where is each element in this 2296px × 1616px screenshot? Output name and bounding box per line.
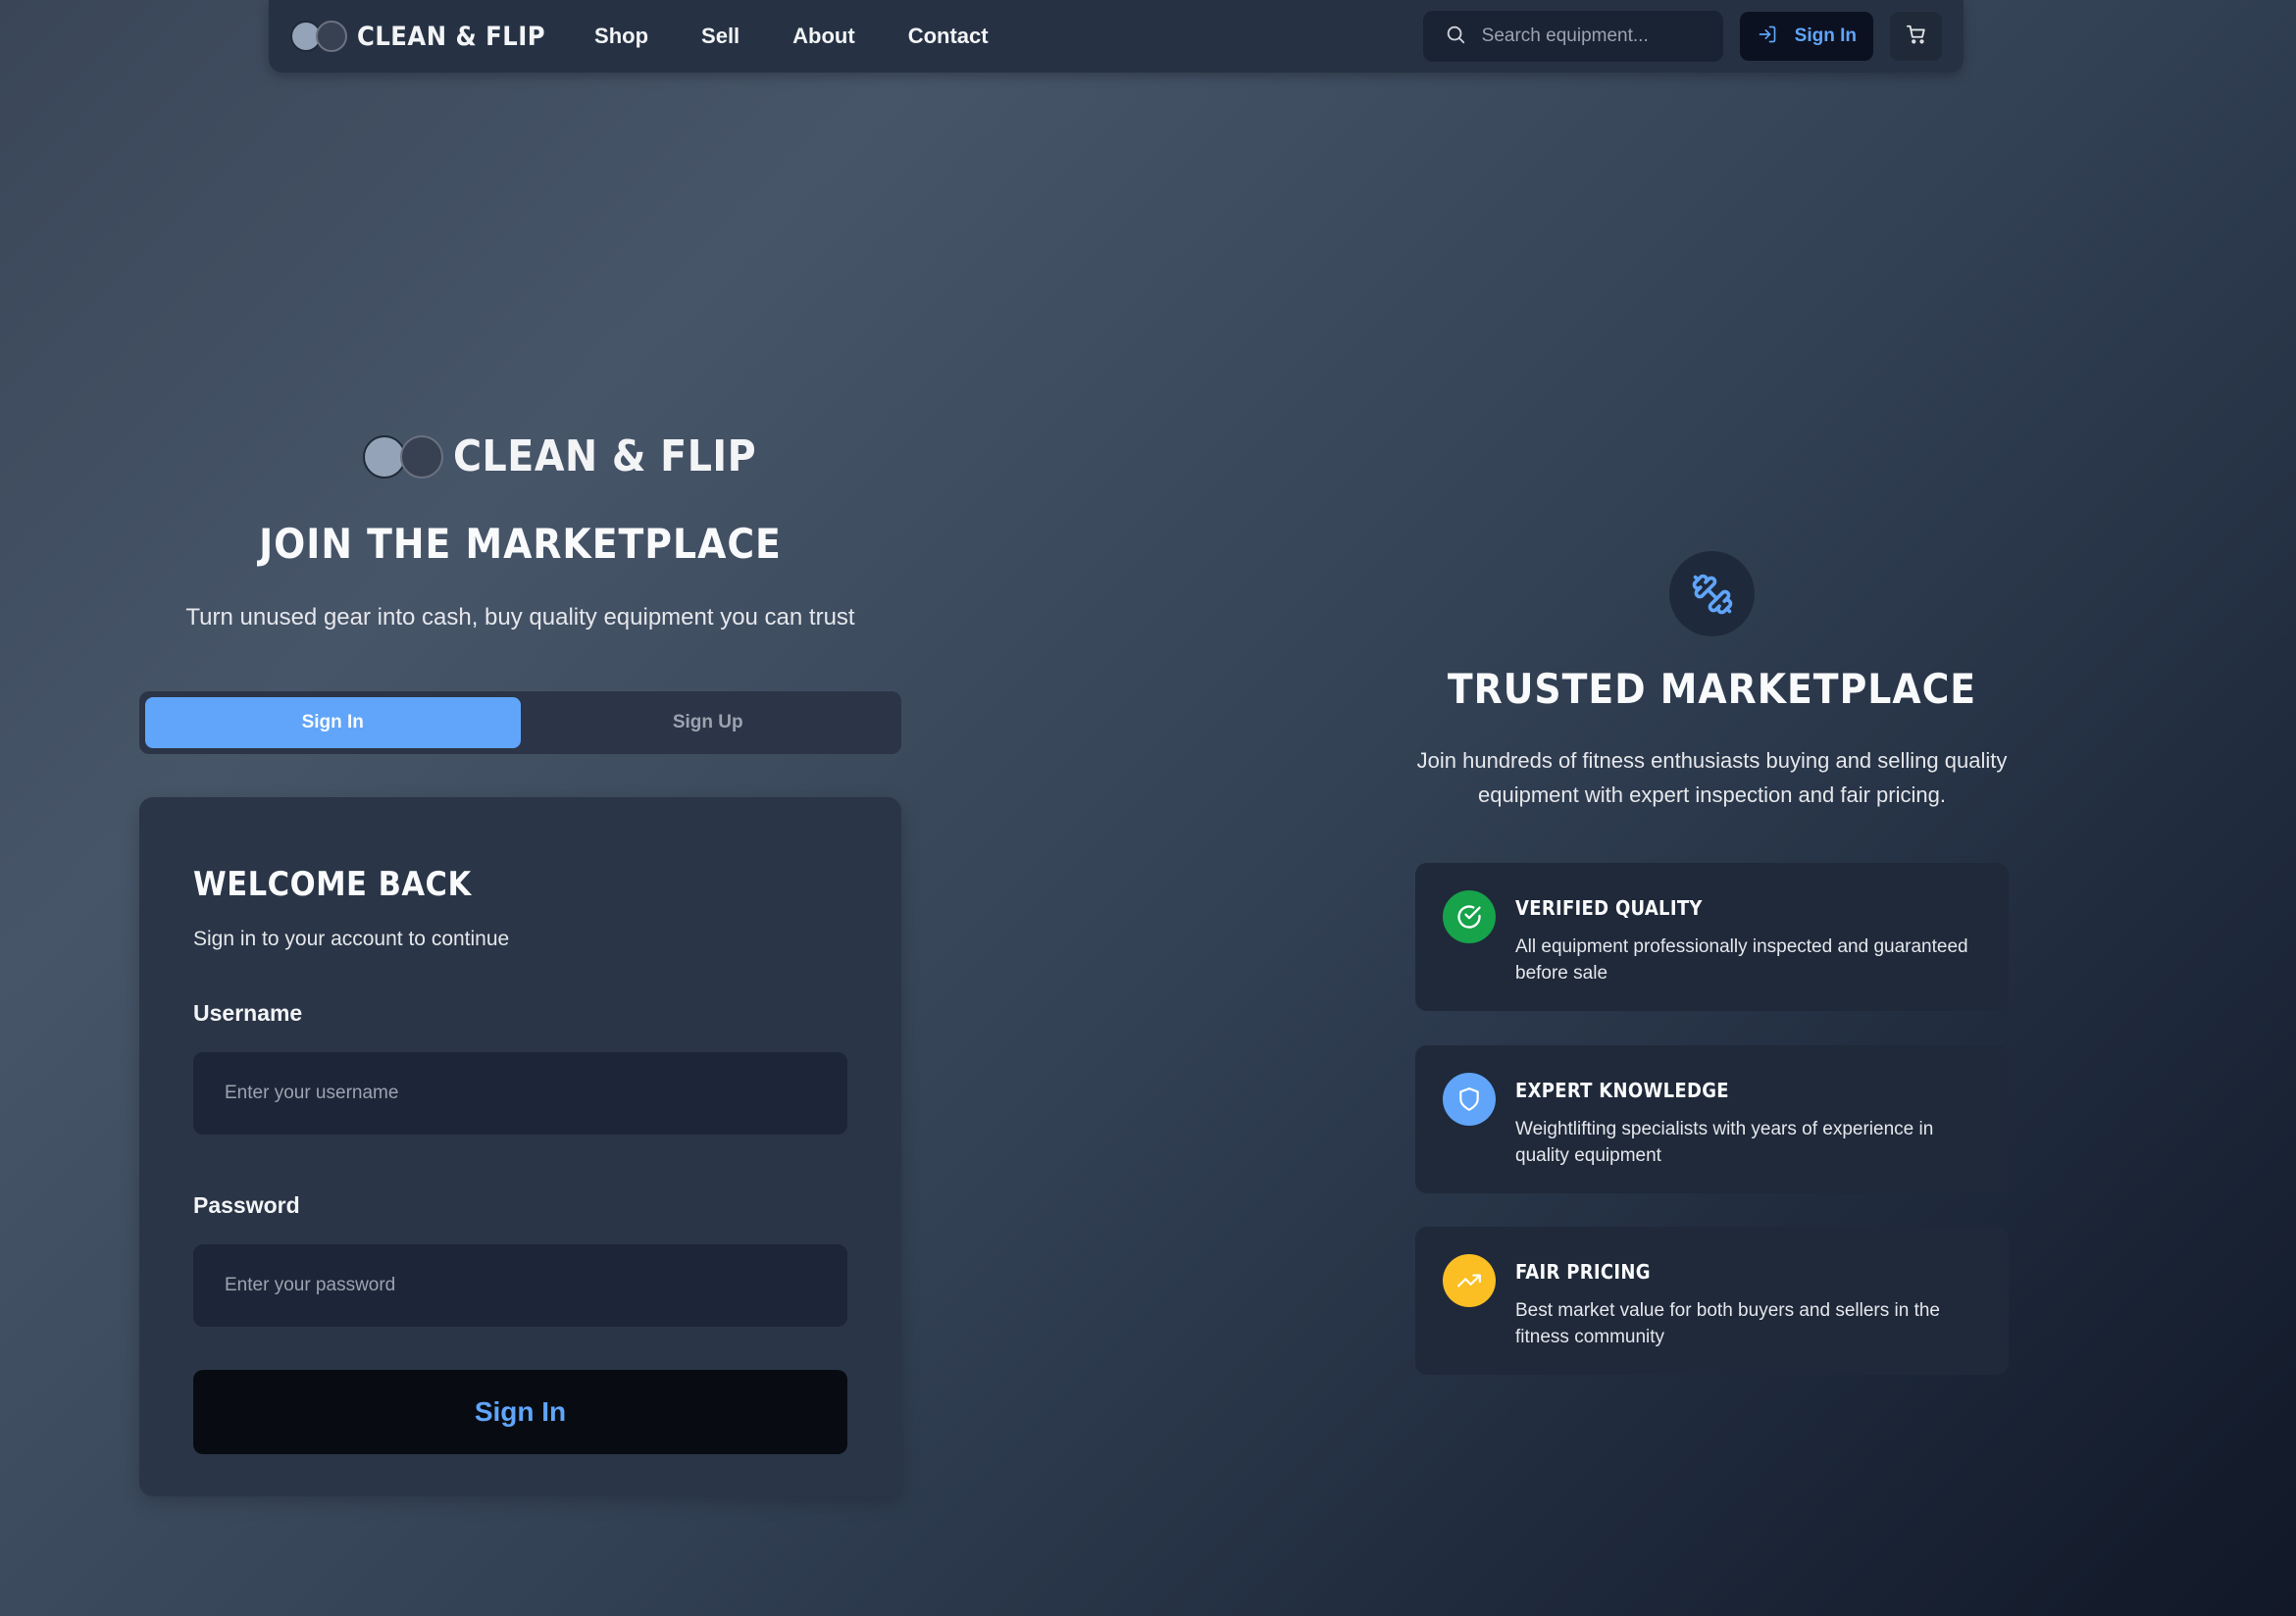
search-icon xyxy=(1445,24,1466,50)
feature-description: Best market value for both buyers and se… xyxy=(1515,1297,1940,1350)
feature-card-verified: VERIFIED QUALITY All equipment professio… xyxy=(1415,863,2009,1011)
feature-title: FAIR PRICING xyxy=(1515,1260,1651,1284)
feature-description-line: All equipment professionally inspected a… xyxy=(1515,936,1968,957)
top-navbar: CLEAN & FLIP Shop Sell About Contact Sig… xyxy=(269,0,1964,73)
search-box[interactable] xyxy=(1422,11,1723,62)
nav-link-contact[interactable]: Contact xyxy=(908,24,989,49)
feature-description-line: Best market value for both buyers and se… xyxy=(1515,1300,1941,1321)
shield-icon xyxy=(1443,1073,1496,1126)
feature-description: All equipment professionally inspected a… xyxy=(1515,934,1968,986)
username-field[interactable] xyxy=(193,1052,847,1135)
signin-submit-button[interactable]: Sign In xyxy=(193,1370,847,1454)
hero-brand-logo: CLEAN & FLIP xyxy=(363,431,756,481)
hero-brand-name: CLEAN & FLIP xyxy=(453,431,757,481)
nav-link-shop[interactable]: Shop xyxy=(594,24,648,49)
feature-description: Weightlifting specialists with years of … xyxy=(1515,1116,1933,1169)
feature-title: VERIFIED QUALITY xyxy=(1515,896,1703,920)
nav-links: Shop Sell About Contact xyxy=(594,24,989,49)
dumbbell-icon xyxy=(1669,551,1755,636)
password-label: Password xyxy=(193,1192,300,1218)
shopping-cart-icon xyxy=(1906,24,1927,50)
tab-sign-up[interactable]: Sign Up xyxy=(521,697,896,748)
nav-signin-label: Sign In xyxy=(1794,25,1857,46)
password-field[interactable] xyxy=(193,1244,847,1327)
section-subtitle-line: equipment with expert inspection and fai… xyxy=(1478,783,1946,807)
check-circle-icon xyxy=(1443,890,1496,943)
brand-logo[interactable]: CLEAN & FLIP xyxy=(290,21,545,52)
brand-name: CLEAN & FLIP xyxy=(357,21,546,52)
cart-button[interactable] xyxy=(1890,12,1942,61)
username-label: Username xyxy=(193,1000,303,1026)
auth-tabs: Sign In Sign Up xyxy=(139,691,901,754)
tab-sign-up-label: Sign Up xyxy=(672,712,743,732)
login-icon xyxy=(1758,25,1777,49)
feature-description-line: quality equipment xyxy=(1515,1145,1661,1166)
feature-title: EXPERT KNOWLEDGE xyxy=(1515,1079,1729,1102)
tab-sign-in-label: Sign In xyxy=(301,712,364,732)
page-title: JOIN THE MARKETPLACE xyxy=(259,520,782,568)
feature-description-line: before sale xyxy=(1515,963,1608,984)
signin-card: WELCOME BACK Sign in to your account to … xyxy=(139,797,901,1496)
page-subtitle: Turn unused gear into cash, buy quality … xyxy=(185,604,855,631)
logo-mark-icon xyxy=(363,434,443,479)
feature-card-pricing: FAIR PRICING Best market value for both … xyxy=(1415,1227,2009,1375)
search-input[interactable] xyxy=(1481,25,1708,47)
section-subtitle: Join hundreds of fitness enthusiasts buy… xyxy=(1415,743,2009,812)
nav-link-sell[interactable]: Sell xyxy=(701,24,740,49)
logo-mark-icon xyxy=(290,21,347,52)
section-subtitle-line: Join hundreds of fitness enthusiasts buy… xyxy=(1416,748,2008,773)
nav-link-about[interactable]: About xyxy=(792,24,855,49)
card-title: WELCOME BACK xyxy=(193,865,472,904)
section-title: TRUSTED MARKETPLACE xyxy=(1447,665,1977,713)
card-subtitle: Sign in to your account to continue xyxy=(193,928,510,950)
feature-description-line: fitness community xyxy=(1515,1327,1665,1347)
feature-card-expert: EXPERT KNOWLEDGE Weightlifting specialis… xyxy=(1415,1045,2009,1193)
nav-signin-button[interactable]: Sign In xyxy=(1739,12,1873,61)
trending-up-icon xyxy=(1443,1254,1496,1307)
feature-description-line: Weightlifting specialists with years of … xyxy=(1515,1119,1934,1139)
tab-sign-in[interactable]: Sign In xyxy=(145,697,521,748)
